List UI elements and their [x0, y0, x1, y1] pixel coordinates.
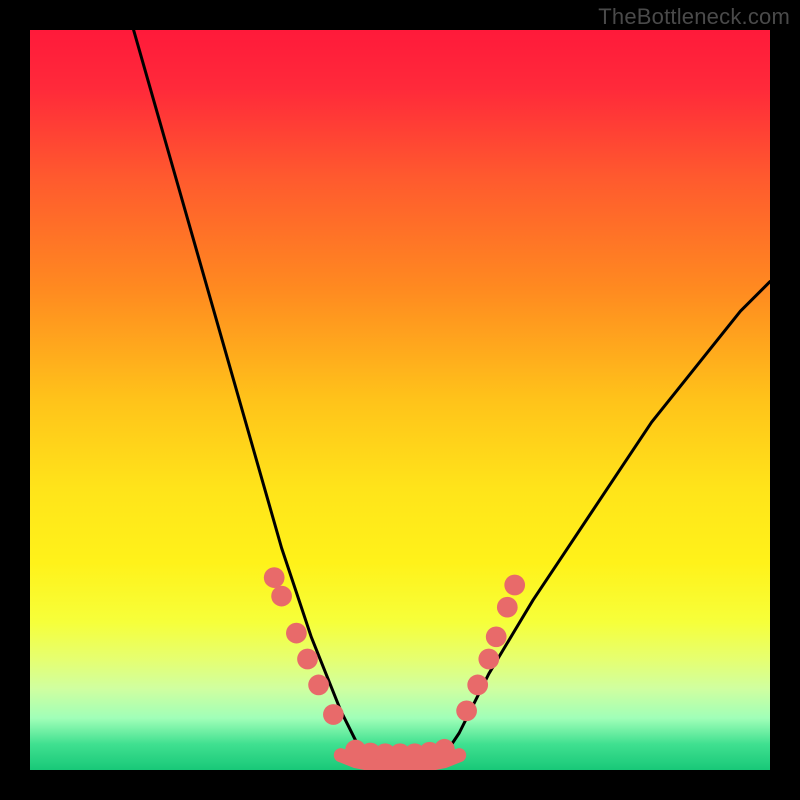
watermark-label: TheBottleneck.com	[598, 4, 790, 30]
valley-marker	[264, 567, 285, 588]
chart-curves-layer	[30, 30, 770, 770]
series-right-curve	[444, 282, 770, 756]
valley-marker	[297, 649, 318, 670]
valley-marker	[434, 739, 455, 760]
valley-marker	[308, 675, 329, 696]
valley-marker	[323, 704, 344, 725]
valley-marker	[286, 623, 307, 644]
valley-marker	[271, 586, 292, 607]
valley-marker	[504, 575, 525, 596]
valley-marker	[497, 597, 518, 618]
valley-marker	[486, 626, 507, 647]
chart-plot-area	[30, 30, 770, 770]
valley-marker	[478, 649, 499, 670]
chart-stage: TheBottleneck.com	[0, 0, 800, 800]
valley-marker	[467, 675, 488, 696]
valley-marker	[456, 700, 477, 721]
series-left-curve	[134, 30, 363, 755]
